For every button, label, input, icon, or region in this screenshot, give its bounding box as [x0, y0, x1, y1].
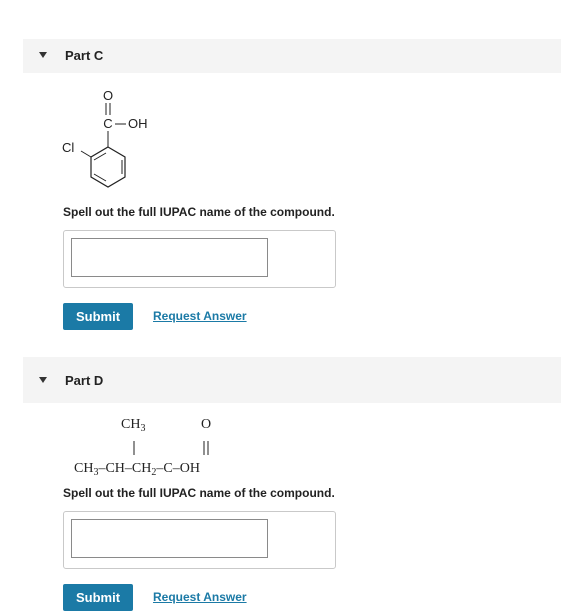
part-c-answer-container [63, 230, 336, 288]
part-d-request-answer-link[interactable]: Request Answer [153, 590, 247, 604]
main-chain: CH3–CH–CH2–C–OH [74, 461, 200, 478]
part-c-submit-button[interactable]: Submit [63, 303, 133, 330]
part-d-question: Spell out the full IUPAC name of the com… [63, 486, 335, 500]
collapse-triangle-icon[interactable] [39, 377, 47, 383]
branch-methyl-label: CH3 [121, 417, 145, 434]
part-d-answer-container [63, 511, 336, 569]
part-d-submit-button[interactable]: Submit [63, 584, 133, 611]
collapse-triangle-icon[interactable] [39, 52, 47, 58]
carbonyl-oxygen-label: O [103, 88, 113, 103]
part-c-header[interactable]: Part C [23, 39, 561, 73]
part-d-answer-input[interactable] [71, 519, 268, 558]
part-d-header[interactable]: Part D [23, 357, 561, 403]
part-c-title: Part C [65, 48, 104, 63]
part-c-question: Spell out the full IUPAC name of the com… [63, 205, 335, 219]
carbonyl-oxygen-label: O [201, 417, 211, 432]
part-d-title: Part D [65, 373, 104, 388]
part-c-request-answer-link[interactable]: Request Answer [153, 309, 247, 323]
part-d-structure: CH3 O CH3–CH–CH2–C–OH [74, 417, 211, 478]
carboxyl-carbon-label: C [103, 116, 112, 131]
part-c-structure: O C OH Cl [62, 88, 148, 188]
hydroxyl-label: OH [128, 116, 148, 131]
part-c-answer-input[interactable] [71, 238, 268, 277]
chloro-label: Cl [62, 140, 74, 155]
